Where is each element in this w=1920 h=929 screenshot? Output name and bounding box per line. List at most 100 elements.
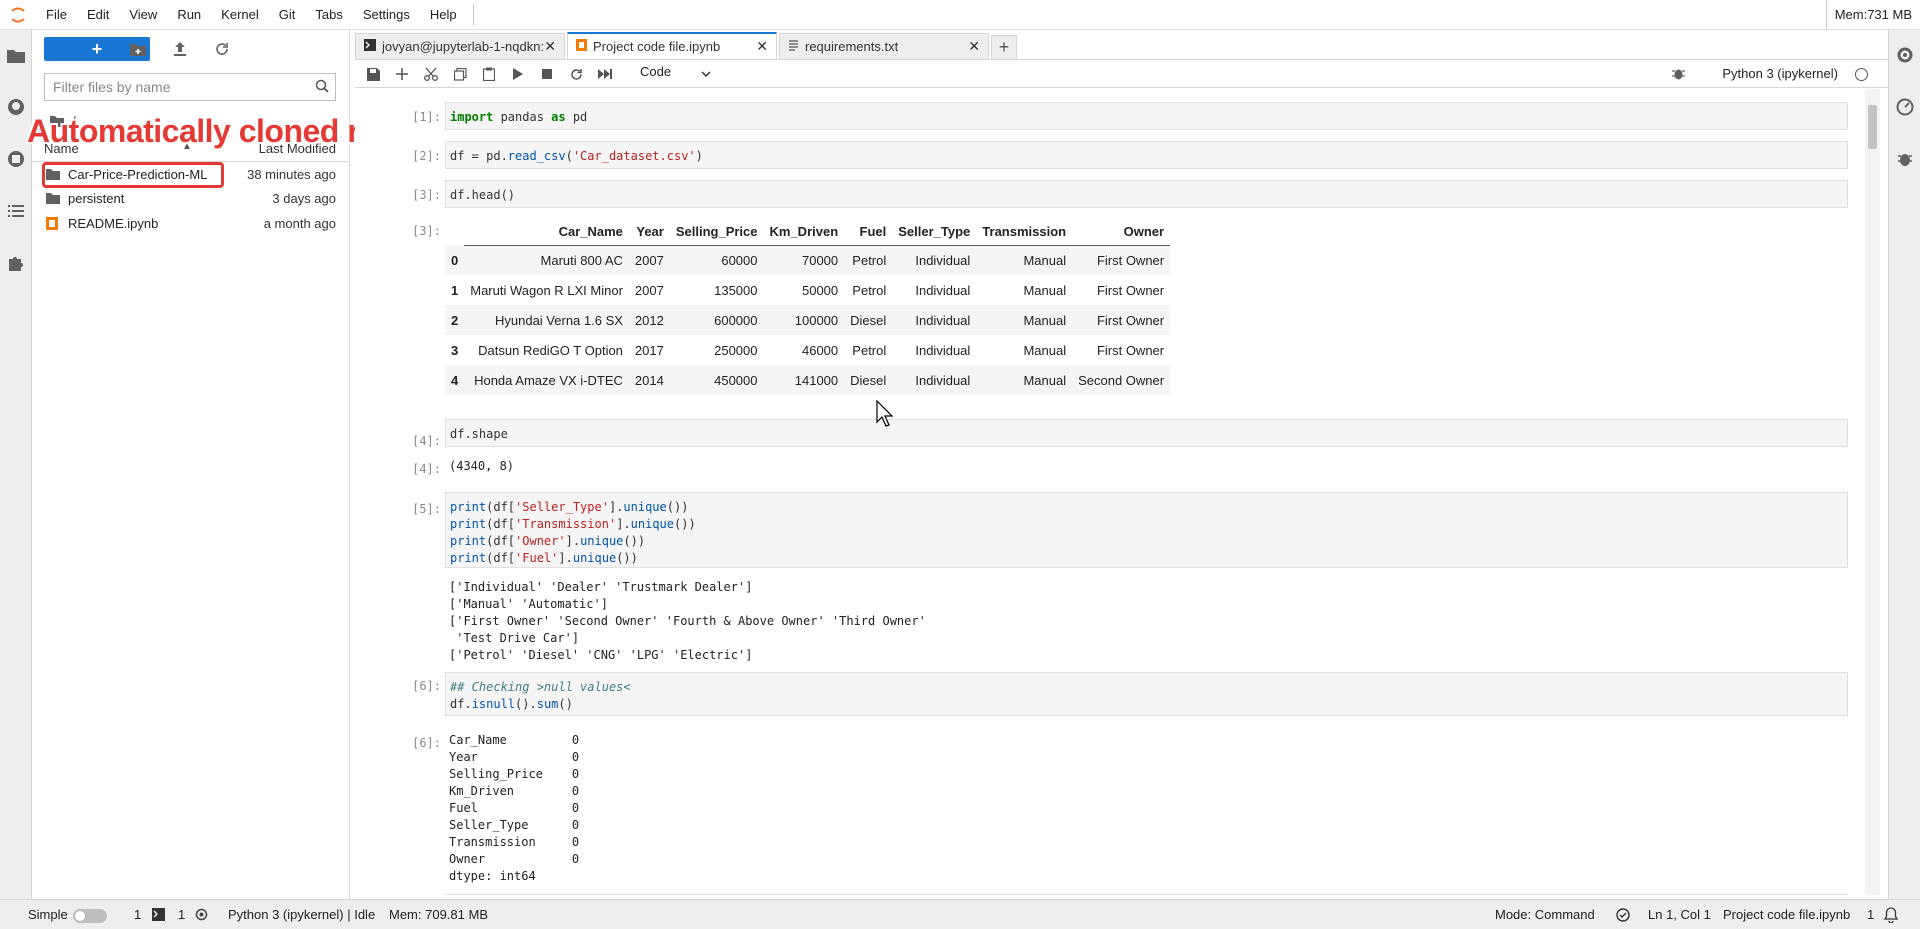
simple-mode-toggle[interactable] bbox=[73, 909, 107, 923]
run-icon[interactable] bbox=[508, 64, 528, 84]
table-cell: First Owner bbox=[1072, 245, 1171, 275]
copy-icon[interactable] bbox=[450, 64, 470, 84]
table-cell: 141000 bbox=[763, 365, 845, 395]
table-cell: Diesel bbox=[844, 365, 893, 395]
terminal-icon[interactable] bbox=[152, 908, 165, 924]
close-icon[interactable]: ✕ bbox=[544, 38, 556, 55]
memory-indicator: Mem:731 MB bbox=[1825, 0, 1920, 30]
table-of-contents-icon[interactable] bbox=[5, 200, 27, 222]
table-cell: 2007 bbox=[628, 245, 670, 275]
upload-icon[interactable] bbox=[170, 39, 190, 59]
tab-notebook[interactable]: Project code file.ipynb ✕ bbox=[567, 32, 777, 59]
menu-edit[interactable]: Edit bbox=[77, 0, 119, 30]
table-cell: 600000 bbox=[669, 305, 764, 335]
code-cell[interactable]: df.head() bbox=[445, 180, 1848, 208]
resource-usage-icon[interactable] bbox=[1894, 96, 1916, 118]
table-cell: 0 bbox=[445, 245, 465, 275]
notebook-scrollbar[interactable] bbox=[1865, 89, 1880, 895]
scrollbar-thumb[interactable] bbox=[1868, 105, 1877, 149]
code-cell[interactable]: df.shape bbox=[445, 419, 1848, 447]
save-icon[interactable] bbox=[363, 64, 383, 84]
menu-run[interactable]: Run bbox=[167, 0, 211, 30]
active-filename: Project code file.ipynb bbox=[1723, 907, 1851, 922]
table-cell: 2014 bbox=[628, 365, 670, 395]
table-cell: Hyundai Verna 1.6 SX bbox=[464, 305, 629, 335]
cell-type-select[interactable]: Code bbox=[640, 64, 671, 79]
table-cell: Individual bbox=[915, 342, 971, 358]
cell-output: ['Individual' 'Dealer' 'Trustmark Dealer… bbox=[449, 580, 926, 662]
folder-icon[interactable] bbox=[5, 44, 27, 66]
tab-requirements[interactable]: requirements.txt ✕ bbox=[779, 33, 989, 59]
kernel-count[interactable]: 1 bbox=[178, 907, 185, 922]
trusted-shield-icon[interactable] bbox=[1616, 908, 1630, 925]
kernel-name[interactable]: Python 3 (ipykernel) bbox=[1722, 66, 1838, 81]
table-cell: 50000 bbox=[801, 282, 839, 298]
terminal-count[interactable]: 1 bbox=[134, 907, 141, 922]
file-filter-field[interactable] bbox=[44, 73, 336, 101]
file-row[interactable]: README.ipynb a month ago bbox=[32, 212, 350, 236]
paste-icon[interactable] bbox=[479, 64, 499, 84]
table-cell: 2012 bbox=[628, 305, 670, 335]
table-cell: 3 bbox=[451, 342, 459, 358]
stop-icon[interactable] bbox=[537, 64, 557, 84]
menu-file[interactable]: File bbox=[36, 0, 77, 30]
table-cell: Individual bbox=[915, 282, 971, 298]
cell-prompt: [1]: bbox=[412, 110, 441, 124]
code-cell[interactable]: ## Checking >null values< df.isnull().su… bbox=[445, 672, 1848, 716]
cut-icon[interactable] bbox=[421, 64, 441, 84]
menu-divider bbox=[472, 3, 474, 26]
code-cell[interactable]: df = pd.read_csv('Car_dataset.csv') bbox=[445, 141, 1848, 169]
left-activity-bar bbox=[0, 30, 32, 899]
search-icon bbox=[315, 79, 329, 96]
close-icon[interactable]: ✕ bbox=[756, 38, 768, 55]
table-row: 1 Maruti Wagon R LXI Minor 2007 135000 5… bbox=[445, 275, 1170, 305]
table-cell: Petrol bbox=[844, 245, 893, 275]
property-inspector-icon[interactable] bbox=[1894, 44, 1916, 66]
file-row[interactable]: persistent 3 days ago bbox=[32, 187, 350, 211]
table-cell: Manual bbox=[976, 245, 1073, 275]
kernel-gear-icon[interactable] bbox=[195, 908, 208, 924]
kernel-status[interactable]: Python 3 (ipykernel) | Idle bbox=[228, 907, 375, 922]
menu-git[interactable]: Git bbox=[269, 0, 306, 30]
notebook-icon bbox=[576, 39, 587, 54]
running-sessions-icon[interactable] bbox=[5, 148, 27, 170]
menu-tabs[interactable]: Tabs bbox=[305, 0, 352, 30]
new-folder-icon[interactable] bbox=[128, 39, 148, 59]
table-cell: Diesel bbox=[844, 305, 893, 335]
chevron-down-icon[interactable] bbox=[701, 66, 711, 81]
cursor-position[interactable]: Ln 1, Col 1 bbox=[1648, 907, 1711, 922]
cell-prompt: [2]: bbox=[412, 149, 441, 163]
tab-label: Project code file.ipynb bbox=[593, 39, 721, 54]
add-cell-icon[interactable] bbox=[392, 64, 412, 84]
code-cell[interactable] bbox=[445, 894, 1848, 895]
table-header: Owner bbox=[1072, 219, 1171, 246]
restart-icon[interactable] bbox=[566, 64, 586, 84]
close-icon[interactable]: ✕ bbox=[968, 38, 980, 55]
bug-icon[interactable] bbox=[1672, 66, 1685, 84]
table-cell: 450000 bbox=[669, 365, 764, 395]
menu-settings[interactable]: Settings bbox=[353, 0, 420, 30]
refresh-icon[interactable] bbox=[212, 39, 232, 59]
table-cell: Honda Amaze VX i-DTEC bbox=[464, 365, 629, 395]
code-cell[interactable]: import pandas as pd bbox=[445, 102, 1848, 130]
table-cell: 46000 bbox=[801, 342, 839, 358]
cell-prompt: [4]: bbox=[412, 434, 441, 448]
table-cell: Individual bbox=[892, 365, 977, 395]
table-cell: 100000 bbox=[763, 305, 845, 335]
code-cell[interactable]: print(df['Seller_Type'].unique()) print(… bbox=[445, 492, 1848, 568]
menu-kernel[interactable]: Kernel bbox=[211, 0, 269, 30]
extensions-icon[interactable] bbox=[5, 252, 27, 274]
jupyter-logo-icon bbox=[0, 0, 36, 30]
table-row: 3 Datsun RediGO T Option 2017 250000 460… bbox=[445, 335, 1170, 365]
github-icon[interactable] bbox=[5, 96, 27, 118]
add-tab-button[interactable]: + bbox=[991, 35, 1017, 59]
notification-count: 1 bbox=[1867, 907, 1875, 922]
menu-help[interactable]: Help bbox=[420, 0, 467, 30]
table-cell: First Owner bbox=[1096, 342, 1165, 358]
fast-forward-icon[interactable] bbox=[595, 64, 615, 84]
tab-terminal[interactable]: jovyan@jupyterlab-1-nqdkn: ✕ bbox=[355, 33, 565, 59]
debugger-icon[interactable] bbox=[1894, 148, 1916, 170]
bell-icon[interactable] bbox=[1883, 907, 1899, 926]
file-filter-input[interactable] bbox=[45, 74, 300, 100]
menu-view[interactable]: View bbox=[119, 0, 167, 30]
